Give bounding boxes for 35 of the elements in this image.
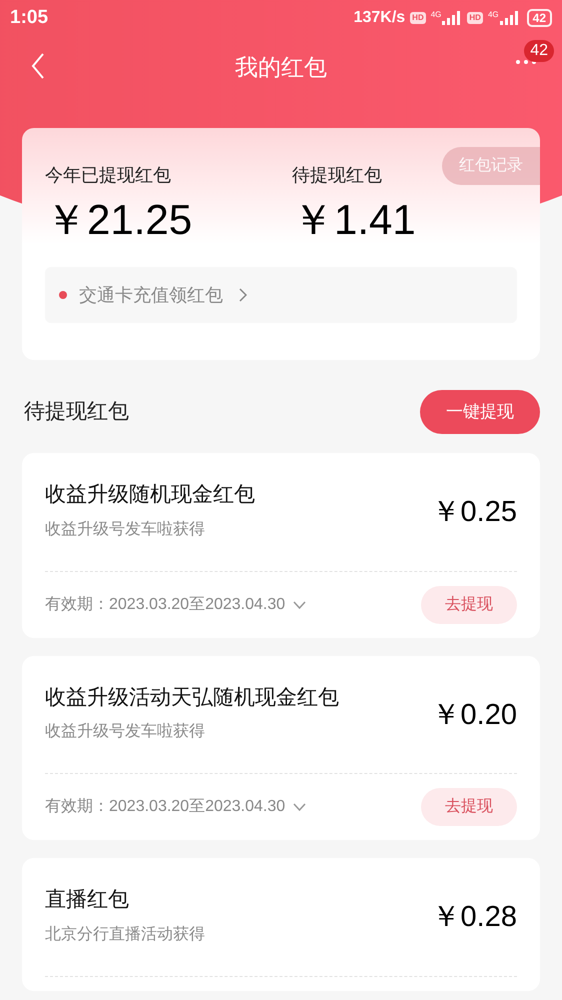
packet-source: 收益升级号发车啦获得 <box>45 520 206 540</box>
hd-badge: HD <box>410 12 426 24</box>
packet-source: 收益升级号发车啦获得 <box>45 722 206 742</box>
back-icon[interactable] <box>30 52 46 80</box>
withdraw-all-button[interactable]: 一键提现 <box>420 390 540 434</box>
battery-icon: 42 <box>526 9 552 27</box>
section-title: 待提现红包 <box>24 399 129 426</box>
network-speed: 137K/s <box>354 8 406 28</box>
validity-text: 有效期：2023.03.20至2023.04.30 <box>45 594 286 614</box>
expand-icon[interactable] <box>293 803 306 811</box>
stat-amount: ￥21.25 <box>45 195 194 245</box>
stat-label: 待提现红包 <box>292 164 383 187</box>
stat-label: 今年已提现红包 <box>45 164 172 187</box>
chevron-icon <box>239 288 247 302</box>
packet-amount: ￥0.20 <box>432 698 517 732</box>
withdraw-button[interactable]: 去提现 <box>421 586 517 624</box>
validity-text: 有效期：2023.03.20至2023.04.30 <box>45 797 286 817</box>
packet-title: 收益升级随机现金红包 <box>45 482 256 508</box>
network-type: 4G <box>430 11 442 19</box>
stat-amount: ￥1.41 <box>292 195 416 245</box>
network-type: 4G <box>488 11 499 19</box>
expand-icon[interactable] <box>293 600 306 608</box>
withdraw-button[interactable]: 去提现 <box>421 788 517 826</box>
clock-time: 1:05 <box>10 6 48 30</box>
signal-icon <box>500 11 520 25</box>
signal-icon <box>442 11 462 25</box>
packet-title: 直播红包 <box>45 887 130 913</box>
page-title: 我的红包 <box>235 52 327 82</box>
packet-amount: ￥0.28 <box>432 900 517 935</box>
promo-banner[interactable]: 交通卡充值领红包 <box>45 267 517 323</box>
promo-text: 交通卡充值领红包 <box>79 284 223 306</box>
packet-title: 收益升级活动天弘随机现金红包 <box>45 684 340 710</box>
packet-source: 北京分行直播活动获得 <box>45 924 206 944</box>
packet-amount: ￥0.25 <box>432 495 517 530</box>
hd-badge: HD <box>467 12 483 24</box>
